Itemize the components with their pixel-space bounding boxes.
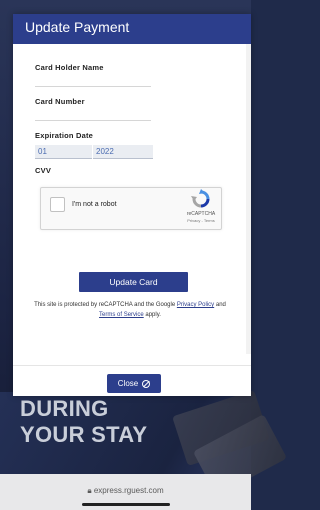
promo-line-2: YOUR STAY — [20, 422, 148, 447]
notice-suffix: apply. — [143, 312, 161, 318]
card-holder-input[interactable] — [35, 86, 151, 87]
terms-of-service-link[interactable]: Terms of Service — [99, 312, 144, 318]
card-holder-label: Card Holder Name — [35, 63, 104, 72]
exp-month-select[interactable]: 01 — [35, 145, 92, 159]
recaptcha-privacy-terms[interactable]: Privacy - Terms — [181, 218, 221, 223]
home-indicator — [82, 503, 170, 506]
notice-prefix: This site is protected by reCAPTCHA and … — [34, 302, 177, 308]
recaptcha-label: I'm not a robot — [72, 201, 117, 208]
recaptcha-notice: This site is protected by reCAPTCHA and … — [30, 300, 230, 320]
modal-footer-divider — [13, 365, 251, 366]
card-number-input[interactable] — [35, 120, 151, 121]
modal-title: Update Payment — [25, 19, 130, 35]
notice-middle: and — [214, 302, 226, 308]
url-bar[interactable]: 🔒︎ express.rguest.com — [0, 486, 251, 496]
modal-scrollbar[interactable] — [246, 44, 251, 354]
no-entry-icon — [142, 379, 151, 388]
promo-line-1: DURING — [20, 396, 109, 421]
recaptcha-brand: reCAPTCHA — [186, 211, 216, 217]
privacy-policy-link[interactable]: Privacy Policy — [177, 302, 214, 308]
recaptcha-logo-icon — [191, 189, 210, 208]
expiration-date-label: Expiration Date — [35, 131, 94, 140]
cvv-label: CVV — [35, 166, 52, 175]
card-number-label: Card Number — [35, 97, 85, 106]
close-button-label: Close — [117, 379, 139, 388]
update-card-button[interactable]: Update Card — [79, 272, 188, 292]
lock-icon: 🔒︎ — [87, 486, 92, 495]
recaptcha-checkbox[interactable] — [50, 197, 65, 212]
promo-heading: DURING YOUR STAY — [20, 396, 147, 448]
exp-year-select[interactable]: 2022 — [93, 145, 153, 159]
url-text: express.rguest.com — [93, 486, 164, 495]
close-button[interactable]: Close — [107, 374, 161, 393]
